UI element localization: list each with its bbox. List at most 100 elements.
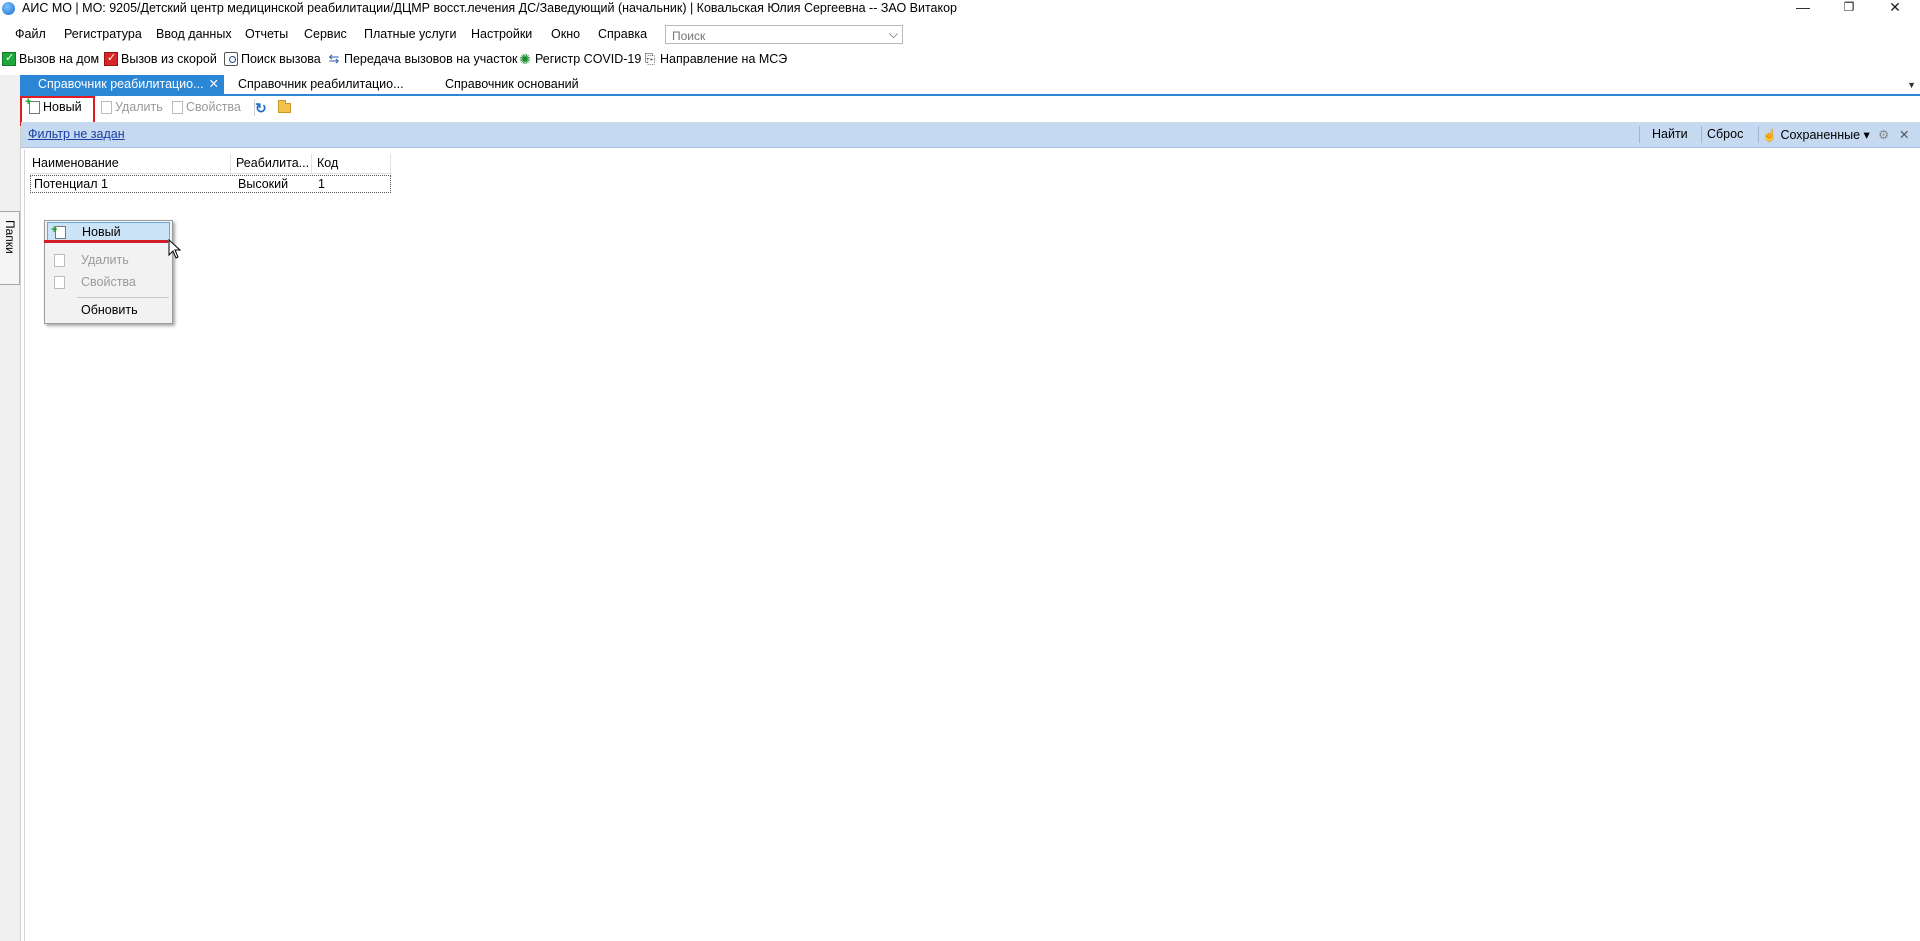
close-window-button[interactable]: ✕ — [1872, 0, 1918, 17]
filter-separator — [1701, 126, 1702, 143]
filter-settings-icon[interactable]: ⚙ — [1878, 127, 1889, 142]
column-separator — [390, 154, 391, 173]
menu-bar: Файл Регистратура Ввод данных Отчеты Сер… — [0, 24, 1920, 46]
home-call-label: Вызов на дом — [19, 52, 100, 66]
delete-document-icon — [101, 100, 112, 114]
left-side-panel: Папки — [0, 75, 21, 941]
menu-window[interactable]: Окно — [551, 27, 580, 41]
search-box[interactable]: ⌵ — [665, 25, 903, 44]
context-menu-delete-label: Удалить — [81, 253, 129, 267]
context-menu-delete[interactable]: Удалить — [47, 251, 170, 271]
properties-button[interactable]: Свойства — [172, 100, 241, 114]
home-call-button[interactable]: Вызов на дом — [2, 51, 100, 66]
menu-registry[interactable]: Регистратура — [64, 27, 142, 41]
ambulance-call-label: Вызов из скорой — [121, 52, 217, 66]
covid-registry-label: Регистр COVID-19 — [535, 52, 642, 66]
properties-button-label: Свойства — [186, 100, 241, 114]
tab-label: Справочник реабилитацио... — [238, 77, 404, 91]
properties-document-icon — [54, 276, 65, 289]
tab-strip: Справочник реабилитацио... ✕ Справочник … — [20, 75, 1920, 96]
column-separator[interactable] — [311, 154, 312, 173]
menu-file[interactable]: Файл — [15, 27, 46, 41]
column-header-rehab[interactable]: Реабилита... — [234, 154, 310, 173]
context-menu-refresh[interactable]: Обновить — [47, 301, 170, 321]
context-menu-new-label: Новый — [82, 225, 121, 239]
ambulance-call-button[interactable]: Вызов из скорой — [104, 51, 217, 66]
table-row[interactable]: Потенциал 1 Высокий 1 — [30, 175, 391, 193]
cell-code: 1 — [318, 177, 325, 191]
mse-referral-button[interactable]: ⎘ Направление на МСЭ — [643, 51, 788, 67]
delete-button[interactable]: Удалить — [101, 100, 163, 114]
refresh-icon: ↻ — [255, 100, 267, 116]
menu-service[interactable]: Сервис — [304, 27, 347, 41]
transfer-calls-button[interactable]: ⇆ Передача вызовов на участок — [327, 51, 518, 67]
context-menu: Новый Удалить Свойства Обновить — [44, 220, 173, 324]
tab-grounds-reference[interactable]: Справочник оснований — [445, 75, 579, 94]
chevron-down-icon[interactable]: ⌵ — [889, 27, 898, 42]
filter-separator — [1639, 126, 1640, 143]
reset-button[interactable]: Сброс — [1707, 127, 1743, 141]
folder-button[interactable] — [278, 100, 291, 113]
referral-icon: ⎘ — [644, 51, 656, 66]
transfer-icon: ⇆ — [328, 51, 340, 66]
folders-tab-label: Папки — [3, 220, 17, 254]
saved-filters-icon: ☝ — [1762, 128, 1777, 142]
cell-name: Потенциал 1 — [34, 177, 108, 191]
column-separator[interactable] — [230, 154, 231, 173]
tab-label: Справочник реабилитацио... — [38, 77, 204, 91]
restore-button[interactable]: ❐ — [1826, 0, 1872, 17]
refresh-button[interactable]: ↻ — [255, 100, 267, 117]
transfer-calls-label: Передача вызовов на участок — [344, 52, 518, 66]
context-menu-properties-label: Свойства — [81, 275, 136, 289]
cell-rehab: Высокий — [238, 177, 289, 191]
filter-separator — [1758, 126, 1759, 143]
home-call-icon — [2, 51, 16, 66]
folder-icon — [278, 100, 291, 113]
context-menu-refresh-label: Обновить — [81, 303, 138, 317]
delete-button-label: Удалить — [115, 100, 163, 114]
folders-tab[interactable]: Папки — [0, 211, 20, 285]
menu-settings[interactable]: Настройки — [471, 27, 532, 41]
filter-link[interactable]: Фильтр не задан — [28, 127, 125, 141]
column-header-name[interactable]: Наименование — [30, 154, 230, 173]
filter-bar: Фильтр не задан Найти Сброс ☝ Сохраненны… — [21, 122, 1920, 148]
grid-header-row: Наименование Реабилита... Код — [30, 154, 391, 174]
context-menu-new[interactable]: Новый — [47, 221, 170, 242]
tab-list-dropdown-icon[interactable]: ▼ — [1907, 80, 1916, 90]
search-call-button[interactable]: Поиск вызова — [224, 52, 321, 66]
saved-filters-button[interactable]: ☝ Сохраненные ▾ — [1762, 127, 1870, 142]
column-header-code[interactable]: Код — [315, 154, 391, 173]
menu-reports[interactable]: Отчеты — [245, 27, 288, 41]
menu-help[interactable]: Справка — [598, 27, 647, 41]
context-menu-properties[interactable]: Свойства — [47, 273, 170, 293]
covid-registry-button[interactable]: ✺ Регистр COVID-19 — [518, 52, 641, 66]
menu-paid-services[interactable]: Платные услуги — [364, 27, 456, 41]
mouse-cursor-icon — [168, 239, 182, 259]
chevron-down-icon: ▾ — [1863, 128, 1870, 142]
window-title: АИС МО | МО: 9205/Детский центр медицинс… — [22, 1, 958, 15]
quick-toolbar: Вызов на дом Вызов из скорой Поиск вызов… — [0, 51, 1920, 71]
delete-document-icon — [54, 254, 65, 267]
context-menu-separator — [77, 297, 169, 298]
search-call-label: Поиск вызова — [241, 52, 321, 66]
tab-label: Справочник оснований — [445, 77, 579, 91]
close-tab-icon[interactable]: ✕ — [209, 75, 219, 93]
new-document-icon — [51, 221, 66, 240]
mse-referral-label: Направление на МСЭ — [660, 52, 788, 66]
saved-filters-label: Сохраненные — [1780, 128, 1861, 142]
ambulance-call-icon — [104, 51, 118, 66]
search-input[interactable] — [670, 27, 874, 44]
find-button[interactable]: Найти — [1652, 127, 1688, 141]
tab-rehab-reference-2[interactable]: Справочник реабилитацио... — [238, 75, 404, 94]
tab-rehab-reference-1[interactable]: Справочник реабилитацио... ✕ — [20, 75, 224, 94]
title-bar: АИС МО | МО: 9205/Детский центр медицинс… — [0, 0, 1920, 17]
properties-document-icon — [172, 100, 183, 114]
new-item-underline — [44, 240, 168, 243]
menu-data-entry[interactable]: Ввод данных — [156, 27, 232, 41]
close-filter-icon[interactable]: ✕ — [1899, 127, 1909, 142]
search-call-icon — [224, 52, 238, 66]
app-icon — [2, 2, 15, 15]
content-area — [24, 150, 1920, 941]
action-toolbar: Новый Удалить Свойства ↻ — [21, 96, 1920, 119]
minimize-button[interactable]: — — [1780, 0, 1826, 17]
